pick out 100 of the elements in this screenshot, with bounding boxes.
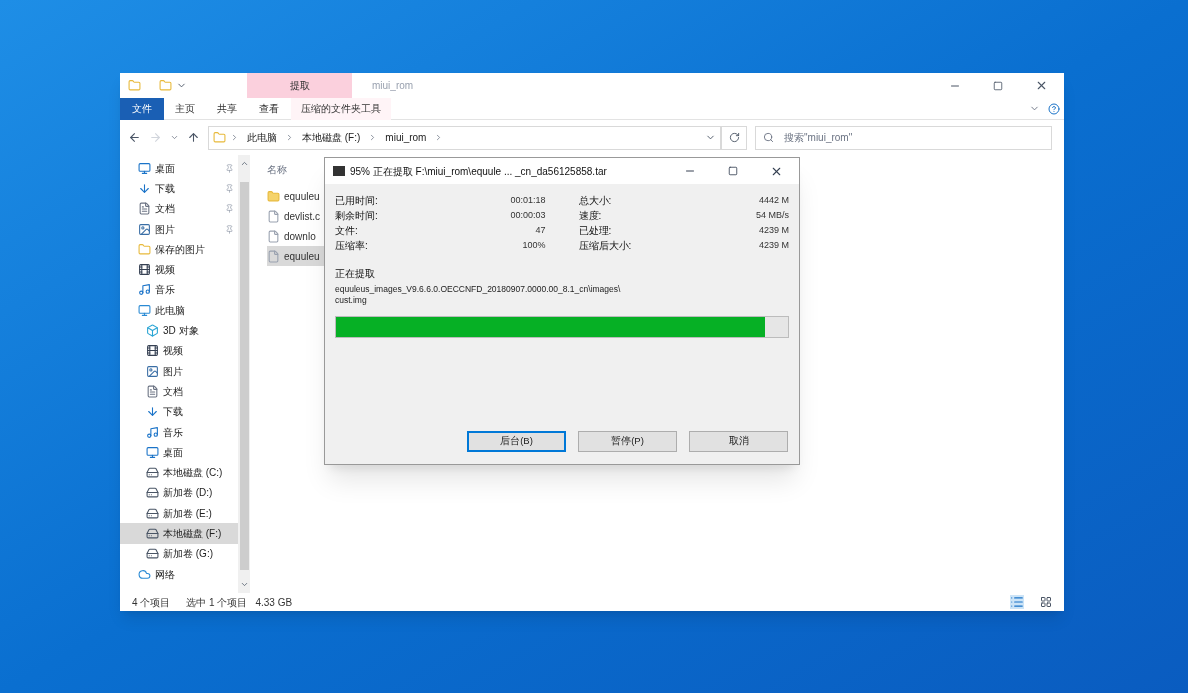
video-icon — [138, 263, 151, 277]
file-path-text: cust.img — [335, 295, 368, 306]
sidebar-item[interactable]: 视频 — [120, 259, 238, 280]
stat-value: 00:01:18 — [510, 193, 546, 207]
pc-icon — [138, 303, 151, 317]
ribbon-tab[interactable]: 共享 — [206, 97, 248, 120]
sidebar-item[interactable]: 文档 — [120, 198, 238, 219]
status-text: 4 个项目 — [132, 595, 171, 610]
stat-value: 47 — [535, 223, 546, 237]
sidebar-item[interactable]: 网络 — [120, 563, 238, 585]
search-icon — [763, 131, 774, 143]
folder-icon[interactable] — [159, 79, 172, 92]
sidebar-item[interactable]: 本地磁盘 (C:) — [120, 462, 238, 483]
dialog-button[interactable]: 取消 — [689, 431, 788, 452]
dialog-title: 95% 正在提取 F:\miui_rom\equule ... _cn_da56125858.tar — [350, 164, 607, 179]
sidebar-item[interactable]: 新加卷 (G:) — [120, 543, 238, 564]
sidebar-item[interactable]: 下载 — [120, 178, 238, 199]
caret-icon[interactable] — [170, 133, 179, 142]
drive-icon — [146, 506, 159, 520]
stat-label: 剩余时间: — [335, 209, 378, 223]
file-row[interactable]: downlo — [267, 226, 325, 246]
scrollbar[interactable] — [238, 155, 250, 593]
music-icon — [146, 425, 159, 439]
scroll-down-icon[interactable] — [239, 580, 249, 589]
folder-icon[interactable] — [128, 79, 141, 92]
sidebar-item[interactable]: 新加卷 (E:) — [120, 503, 238, 524]
stat-value: 4442 M — [758, 193, 789, 207]
refresh-button[interactable] — [721, 125, 747, 150]
stat-value: 4239 M — [758, 223, 789, 237]
status-text: 选中 1 个项目 — [186, 595, 248, 610]
breadcrumb[interactable]: miui_rom — [381, 130, 431, 145]
stat-label: 已处理: — [578, 224, 612, 238]
refresh-icon — [728, 132, 740, 143]
picture-icon — [138, 222, 151, 236]
desktop-icon — [138, 161, 151, 175]
drive-icon — [146, 466, 159, 480]
sidebar-item[interactable]: 此电脑 — [120, 300, 238, 321]
dialog-button[interactable]: 暂停(P) — [578, 431, 677, 452]
sidebar-item[interactable]: 本地磁盘 (F:) — [120, 523, 238, 544]
sidebar-item[interactable]: 保存的图片 — [120, 239, 238, 260]
stat-label: 文件: — [335, 224, 358, 238]
sidebar-item[interactable]: 音乐 — [120, 279, 238, 301]
scroll-up-icon[interactable] — [239, 159, 249, 168]
dialog-button[interactable]: 后台(B) — [467, 431, 566, 452]
folder-icon — [213, 131, 226, 144]
sidebar-item[interactable]: 图片 — [120, 360, 238, 382]
close-icon[interactable] — [1035, 79, 1048, 92]
search-field[interactable]: 搜索"miui_rom" — [755, 125, 1052, 150]
ribbon-tab[interactable]: 文件 — [120, 97, 164, 120]
file-row[interactable]: equuleu — [267, 246, 325, 266]
drive-icon — [146, 547, 159, 561]
status-text: 4.33 GB — [255, 595, 293, 610]
sidebar-item[interactable]: 图片 — [120, 218, 238, 240]
file-icon — [267, 209, 280, 223]
video-icon — [146, 344, 159, 358]
document-icon — [146, 384, 159, 398]
stat-label: 总大小: — [578, 194, 612, 208]
desktop-icon — [146, 445, 159, 459]
drive-icon — [146, 527, 159, 540]
cube-icon — [146, 324, 159, 337]
breadcrumb[interactable]: 本地磁盘 (F:) — [298, 130, 365, 145]
file-path-text: equuleus_images_V9.6.6.0.OECCNFD_20180907.0000.00_8.1_cn\images\ — [335, 284, 622, 295]
ribbon-tab[interactable]: 主页 — [164, 97, 206, 120]
stat-label: 已用时间: — [335, 194, 378, 208]
maximize-icon[interactable] — [993, 80, 1003, 91]
sidebar-item[interactable]: 桌面 — [120, 442, 238, 463]
drive-icon — [146, 486, 159, 500]
sidebar-item[interactable]: 文档 — [120, 381, 238, 402]
sidebar-item[interactable]: 桌面 — [120, 158, 238, 179]
sidebar-item[interactable]: 新加卷 (D:) — [120, 482, 238, 504]
back-icon[interactable] — [128, 131, 141, 144]
context-tab-label: 提取 — [247, 73, 352, 98]
ribbon-tab[interactable]: 查看 — [248, 97, 290, 120]
ribbon-tab[interactable]: 压缩的文件夹工具 — [291, 97, 391, 120]
tiles-view-icon[interactable] — [1040, 596, 1052, 608]
stat-value: 100% — [522, 238, 546, 252]
sidebar-item[interactable]: 下载 — [120, 401, 238, 422]
sidebar-item[interactable]: 视频 — [120, 340, 238, 361]
app-icon — [333, 166, 345, 176]
up-icon[interactable] — [187, 131, 200, 144]
chevron-icon — [285, 133, 294, 142]
music-icon — [138, 283, 151, 297]
stat-value: 4239 M — [758, 238, 789, 252]
section-label: 正在提取 — [334, 267, 376, 281]
picture-icon — [146, 364, 159, 378]
stat-value: 54 MB/s — [756, 208, 789, 222]
stat-value: 00:00:03 — [510, 208, 546, 222]
address-bar[interactable]: 此电脑 本地磁盘 (F:) miui_rom — [208, 125, 721, 150]
folder-icon — [267, 189, 280, 203]
help-icon[interactable] — [1048, 102, 1060, 115]
window-title: miui_rom — [372, 79, 414, 93]
sidebar-item[interactable]: 3D 对象 — [120, 320, 238, 341]
details-view-icon[interactable] — [1010, 595, 1024, 609]
breadcrumb[interactable]: 此电脑 — [243, 130, 281, 145]
file-row[interactable]: devlist.c — [267, 206, 325, 226]
stat-label: 压缩后大小: — [578, 239, 632, 253]
file-row[interactable]: equuleu — [267, 186, 325, 206]
maximize-icon[interactable] — [728, 166, 738, 176]
stat-label: 速度: — [578, 209, 602, 223]
sidebar-item[interactable]: 音乐 — [120, 421, 238, 443]
